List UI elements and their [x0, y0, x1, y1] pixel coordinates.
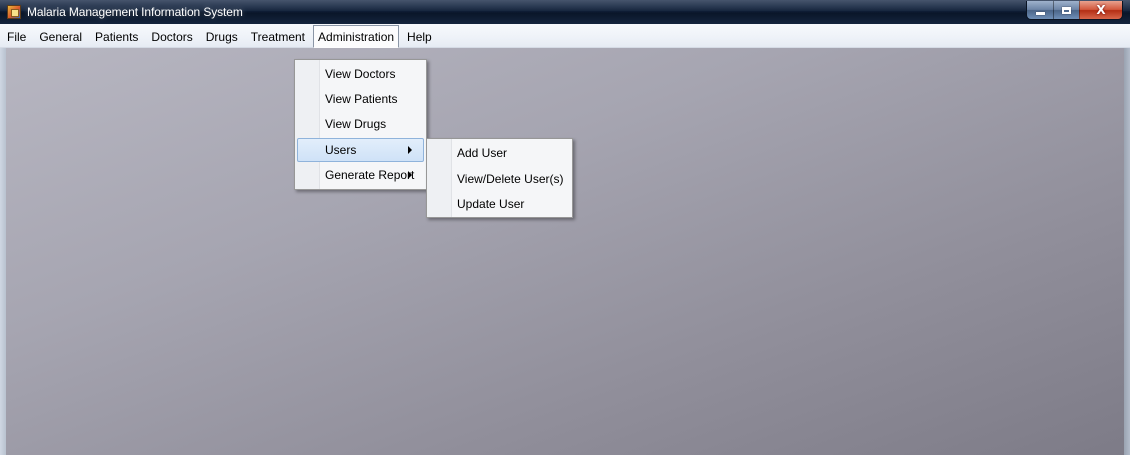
- app-icon[interactable]: [7, 5, 21, 19]
- mdi-client-area: [0, 48, 1130, 455]
- menu-item-label: Generate Report: [325, 168, 415, 182]
- title-bar[interactable]: Malaria Management Information System X: [0, 0, 1130, 24]
- menu-item-add-user[interactable]: Add User: [429, 141, 570, 165]
- menu-patients[interactable]: Patients: [90, 25, 143, 47]
- maximize-icon: [1062, 6, 1071, 14]
- caption-buttons: X: [1026, 1, 1123, 20]
- menu-item-label: Users: [325, 143, 357, 157]
- menu-help[interactable]: Help: [402, 25, 437, 47]
- window-title: Malaria Management Information System: [27, 5, 243, 19]
- close-button[interactable]: X: [1079, 1, 1122, 19]
- close-icon: X: [1096, 3, 1106, 17]
- menu-item-view-drugs[interactable]: View Drugs: [297, 112, 424, 136]
- menu-drugs[interactable]: Drugs: [201, 25, 243, 47]
- menu-item-label: Add User: [457, 146, 508, 160]
- menu-general[interactable]: General: [34, 25, 87, 47]
- minimize-button[interactable]: [1027, 1, 1053, 19]
- minimize-icon: [1035, 11, 1045, 15]
- menu-item-label: View/Delete User(s): [457, 172, 564, 186]
- menu-item-label: View Drugs: [325, 117, 387, 131]
- menu-item-view-doctors[interactable]: View Doctors: [297, 62, 424, 86]
- menu-item-generate-report[interactable]: Generate Report: [297, 163, 424, 187]
- menu-doctors[interactable]: Doctors: [146, 25, 197, 47]
- menu-item-view-delete-users[interactable]: View/Delete User(s): [429, 167, 570, 191]
- menu-item-users[interactable]: Users: [297, 138, 424, 162]
- menu-administration[interactable]: Administration: [313, 24, 400, 48]
- submenu-arrow-icon: [408, 146, 412, 154]
- submenu-arrow-icon: [408, 171, 412, 179]
- maximize-button[interactable]: [1053, 1, 1079, 19]
- menu-file[interactable]: File: [2, 25, 31, 47]
- menu-bar: File General Patients Doctors Drugs Trea…: [0, 24, 1130, 48]
- menu-item-update-user[interactable]: Update User: [429, 192, 570, 216]
- users-submenu: Add User View/Delete User(s) Update User: [426, 138, 573, 218]
- menu-treatment[interactable]: Treatment: [246, 25, 310, 47]
- menu-item-label: View Doctors: [325, 67, 396, 81]
- menu-item-label: Update User: [457, 197, 525, 211]
- app-window: Malaria Management Information System X …: [0, 0, 1130, 455]
- administration-dropdown: View Doctors View Patients View Drugs Us…: [294, 59, 427, 190]
- menu-item-label: View Patients: [325, 92, 398, 106]
- menu-item-view-patients[interactable]: View Patients: [297, 87, 424, 111]
